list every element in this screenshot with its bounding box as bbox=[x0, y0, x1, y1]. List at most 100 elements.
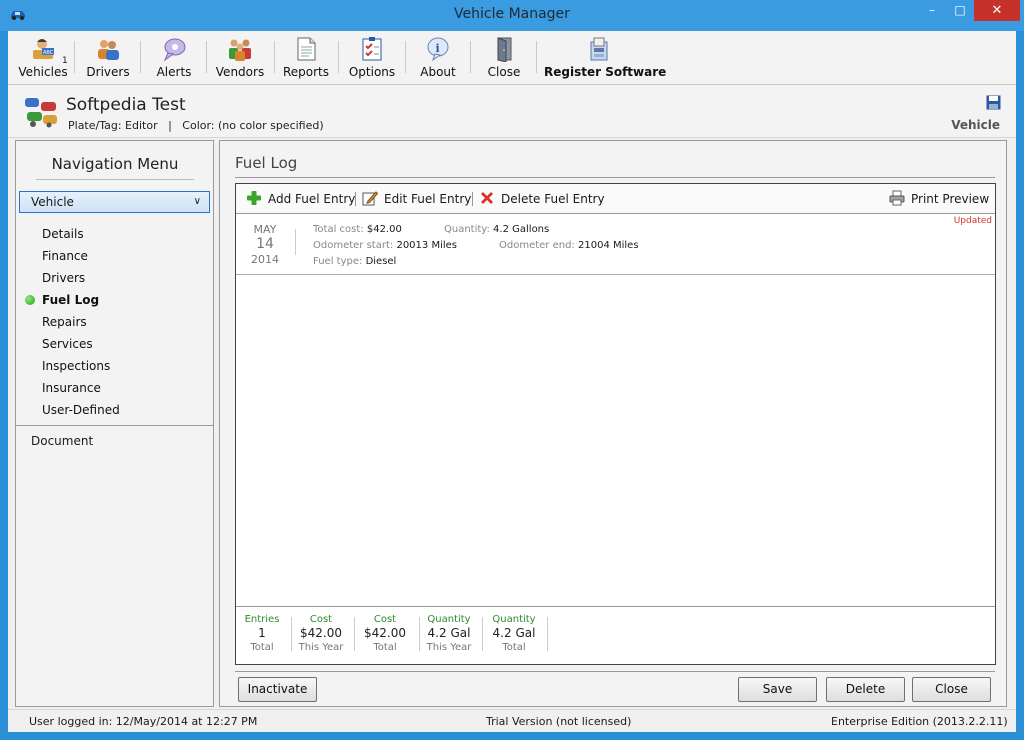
reports-icon bbox=[297, 37, 316, 61]
minimize-button[interactable]: – bbox=[918, 0, 946, 21]
about-icon: i bbox=[427, 37, 449, 62]
toolbar-register-label: Register Software bbox=[544, 65, 667, 79]
fuel-type-value: Diesel bbox=[365, 256, 397, 267]
summary-value: 4.2 Gal bbox=[427, 626, 471, 640]
status-edition: Enterprise Edition (2013.2.2.11) bbox=[831, 715, 1008, 728]
nav-item-label: Drivers bbox=[42, 271, 86, 285]
status-license: Trial Version (not licensed) bbox=[486, 715, 632, 728]
nav-item-repairs[interactable]: Repairs bbox=[16, 311, 213, 333]
window-close-button[interactable]: ✕ bbox=[974, 0, 1020, 21]
status-bar: User logged in: 12/May/2014 at 12:27 PM … bbox=[8, 709, 1016, 732]
edit-fuel-entry-label: Edit Fuel Entry bbox=[384, 192, 472, 206]
delete-button[interactable]: Delete bbox=[826, 677, 905, 702]
close-door-icon bbox=[497, 37, 512, 62]
odometer-start-label: Odometer start: bbox=[313, 240, 394, 251]
nav-item-label: User-Defined bbox=[42, 403, 120, 417]
maximize-button[interactable]: □ bbox=[946, 0, 974, 21]
toolbar-options-label: Options bbox=[348, 65, 396, 79]
toolbar-about-label: About bbox=[420, 65, 456, 79]
toolbar-options-button[interactable]: Options bbox=[347, 36, 397, 84]
summary-separator bbox=[291, 617, 292, 651]
toolbar-separator bbox=[536, 41, 537, 73]
entry-day: 14 bbox=[256, 236, 274, 252]
toolbar-separator bbox=[206, 41, 207, 73]
svg-text:ABC: ABC bbox=[43, 50, 54, 56]
toolbar-register-button[interactable]: Register Software bbox=[544, 36, 667, 84]
nav-item-label: Inspections bbox=[42, 359, 111, 373]
toolbar-vendors-label: Vendors bbox=[215, 65, 265, 79]
context-label: Vehicle bbox=[951, 118, 1000, 132]
title-bar: Vehicle Manager – □ ✕ bbox=[0, 0, 1024, 31]
vehicle-header: Softpedia Test Plate/Tag: Editor | Color… bbox=[8, 86, 1016, 138]
vendors-icon bbox=[229, 39, 251, 61]
nav-item-drivers[interactable]: Drivers bbox=[16, 267, 213, 289]
active-indicator-icon bbox=[25, 295, 35, 305]
save-button[interactable]: Save bbox=[738, 677, 817, 702]
nav-group-select[interactable]: Vehicle ∨ bbox=[19, 191, 210, 213]
add-plus-icon bbox=[247, 191, 261, 205]
add-fuel-entry-button[interactable]: Add Fuel Entry bbox=[246, 190, 355, 208]
total-cost-field: Total cost: $42.00 bbox=[313, 224, 402, 235]
status-user: User logged in: 12/May/2014 at 12:27 PM bbox=[29, 715, 258, 728]
nav-item-insurance[interactable]: Insurance bbox=[16, 377, 213, 399]
nav-item-details[interactable]: Details bbox=[16, 223, 213, 245]
odometer-start-value: 20013 Miles bbox=[396, 240, 457, 251]
toolbar-vehicles-label: Vehicles bbox=[18, 65, 68, 79]
toolbar-alerts-button[interactable]: Alerts bbox=[150, 36, 198, 84]
summary-subtitle: Total bbox=[250, 642, 274, 653]
client-area: ABC 1 Vehicles Drivers Alerts Vendors Re… bbox=[8, 31, 1016, 732]
toolbar-separator bbox=[355, 192, 356, 206]
nav-item-document[interactable]: Document bbox=[31, 434, 93, 448]
vehicles-icon: ABC bbox=[33, 39, 54, 59]
edit-fuel-entry-button[interactable]: Edit Fuel Entry bbox=[362, 190, 471, 208]
nav-divider bbox=[16, 425, 213, 426]
drivers-icon bbox=[98, 40, 119, 60]
entry-divider bbox=[295, 229, 296, 255]
toolbar-separator bbox=[274, 41, 275, 73]
summary-entries-total: Entries 1 Total bbox=[234, 613, 290, 654]
fuel-log-list: Add Fuel Entry Edit Fuel Entry Delete Fu… bbox=[235, 183, 996, 665]
toolbar-vendors-button[interactable]: Vendors bbox=[214, 36, 266, 84]
fuel-entry-row[interactable]: MAY 14 2014 Total cost: $42.00 Quantity:… bbox=[236, 215, 995, 275]
close-button[interactable]: Close bbox=[912, 677, 991, 702]
odometer-end-value: 21004 Miles bbox=[578, 240, 639, 251]
nav-items: Details Finance Drivers Fuel Log Repairs… bbox=[16, 223, 213, 421]
window-title: Vehicle Manager bbox=[454, 6, 570, 22]
summary-separator bbox=[419, 617, 420, 651]
summary-value: 4.2 Gal bbox=[492, 626, 536, 640]
add-fuel-entry-label: Add Fuel Entry bbox=[268, 192, 356, 206]
toolbar-separator bbox=[405, 41, 406, 73]
nav-item-finance[interactable]: Finance bbox=[16, 245, 213, 267]
nav-item-label: Fuel Log bbox=[42, 293, 100, 307]
toolbar-alerts-label: Alerts bbox=[156, 65, 192, 79]
summary-quantity-this-year: Quantity 4.2 Gal This Year bbox=[421, 613, 477, 654]
toolbar-close-button[interactable]: Close bbox=[480, 36, 528, 84]
summary-header: Cost bbox=[373, 614, 397, 625]
nav-item-services[interactable]: Services bbox=[16, 333, 213, 355]
svg-text:i: i bbox=[436, 42, 440, 55]
alerts-icon bbox=[163, 38, 186, 62]
toolbar-about-button[interactable]: i About bbox=[414, 36, 462, 84]
total-cost-value: $42.00 bbox=[366, 224, 402, 235]
print-preview-button[interactable]: Print Preview bbox=[889, 190, 989, 208]
delete-fuel-entry-label: Delete Fuel Entry bbox=[501, 192, 605, 206]
delete-fuel-entry-button[interactable]: Delete Fuel Entry bbox=[479, 190, 605, 208]
odometer-end-label: Odometer end: bbox=[499, 240, 575, 251]
inactivate-button[interactable]: Inactivate bbox=[238, 677, 317, 702]
quantity-value: 4.2 Gallons bbox=[493, 224, 550, 235]
fuel-type-label: Fuel type: bbox=[313, 256, 363, 267]
toolbar-reports-button[interactable]: Reports bbox=[282, 36, 330, 84]
nav-item-inspections[interactable]: Inspections bbox=[16, 355, 213, 377]
toolbar-separator bbox=[472, 192, 473, 206]
summary-header: Entries bbox=[244, 614, 280, 625]
summary-value: 1 bbox=[258, 626, 266, 640]
delete-x-icon bbox=[481, 192, 493, 204]
toolbar-vehicles-button[interactable]: ABC 1 Vehicles bbox=[18, 36, 68, 84]
nav-item-label: Insurance bbox=[42, 381, 101, 395]
save-disk-icon[interactable] bbox=[986, 95, 1001, 110]
toolbar-separator bbox=[338, 41, 339, 73]
toolbar-drivers-button[interactable]: Drivers bbox=[84, 36, 132, 84]
nav-item-fuel-log[interactable]: Fuel Log bbox=[16, 289, 213, 311]
nav-item-user-defined[interactable]: User-Defined bbox=[16, 399, 213, 421]
summary-value: $42.00 bbox=[364, 626, 406, 640]
